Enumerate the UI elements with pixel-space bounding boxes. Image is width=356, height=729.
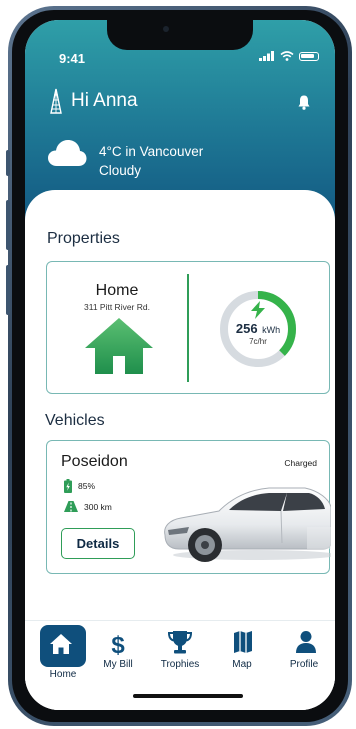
vehicle-status: Charged <box>284 458 317 468</box>
trophy-icon <box>167 631 193 654</box>
weather-condition: Cloudy <box>99 163 142 178</box>
vehicles-title: Vehicles <box>45 412 105 429</box>
app-screen: 9:41 Hi Anna 4°C in Vancouver Cloudy Pro… <box>25 20 335 710</box>
vehicle-battery-row: 85% <box>64 479 95 493</box>
battery-charge-icon <box>64 479 72 493</box>
tab-profile-label: Profile <box>289 659 319 670</box>
property-card-home[interactable]: Home 311 Pitt River Rd. 256 kWh 7c/hr <box>46 261 330 394</box>
vehicle-range-row: 300 km <box>64 501 112 512</box>
volume-down-button <box>6 265 10 315</box>
properties-title: Properties <box>47 230 120 247</box>
camera-notch <box>107 20 253 50</box>
person-icon <box>296 631 316 653</box>
energy-gauge: 256 kWh 7c/hr <box>217 288 299 370</box>
tower-icon <box>50 88 62 114</box>
house-icon <box>85 318 153 374</box>
tab-trophies-label: Trophies <box>160 659 200 670</box>
details-button[interactable]: Details <box>61 528 135 559</box>
property-name: Home <box>95 282 139 299</box>
weather-temp-location: 4°C in Vancouver <box>99 144 204 159</box>
tab-home[interactable]: Home <box>25 621 87 681</box>
status-time: 9:41 <box>59 51 86 66</box>
front-camera <box>163 26 169 32</box>
vehicle-card-poseidon[interactable]: Poseidon Charged 85% 300 km Details <box>46 440 331 574</box>
tab-my-bill-label: My Bill <box>103 659 133 670</box>
tab-my-bill[interactable]: $ My Bill <box>87 621 149 681</box>
status-icons <box>259 51 319 61</box>
energy-rate: 7c/hr <box>249 337 267 346</box>
tab-trophies[interactable]: Trophies <box>149 621 211 681</box>
home-indicator[interactable] <box>133 694 243 698</box>
greeting-row: Hi Anna <box>49 88 138 114</box>
energy-unit: kWh <box>262 325 281 335</box>
road-icon <box>64 501 78 512</box>
mute-switch <box>6 150 10 176</box>
weather-summary: 4°C in Vancouver Cloudy <box>47 138 203 180</box>
property-address: 311 Pitt River Rd. <box>84 302 150 312</box>
volume-up-button <box>6 200 10 250</box>
property-divider <box>187 274 189 382</box>
vehicle-name: Poseidon <box>61 453 128 470</box>
tab-home-label: Home <box>49 669 77 680</box>
tab-map[interactable]: Map <box>211 621 273 681</box>
weather-text: 4°C in Vancouver Cloudy <box>99 142 203 180</box>
cloud-icon <box>48 140 87 166</box>
cellular-signal-icon <box>259 51 274 61</box>
lightning-icon <box>251 301 265 319</box>
energy-reading: 256 kWh <box>217 320 299 338</box>
home-icon <box>50 634 72 654</box>
wifi-icon <box>280 51 294 61</box>
svg-text:$: $ <box>111 632 125 657</box>
greeting-text: Hi Anna <box>71 90 138 111</box>
dollar-icon: $ <box>111 632 125 657</box>
bell-icon[interactable] <box>297 94 311 110</box>
car-image <box>164 487 331 562</box>
vehicle-battery: 85% <box>78 481 96 491</box>
tab-map-label: Map <box>232 659 252 670</box>
vehicle-range: 300 km <box>84 501 112 512</box>
tab-profile[interactable]: Profile <box>273 621 335 681</box>
map-icon <box>234 631 252 653</box>
energy-value: 256 <box>235 321 258 336</box>
battery-icon <box>299 51 319 61</box>
